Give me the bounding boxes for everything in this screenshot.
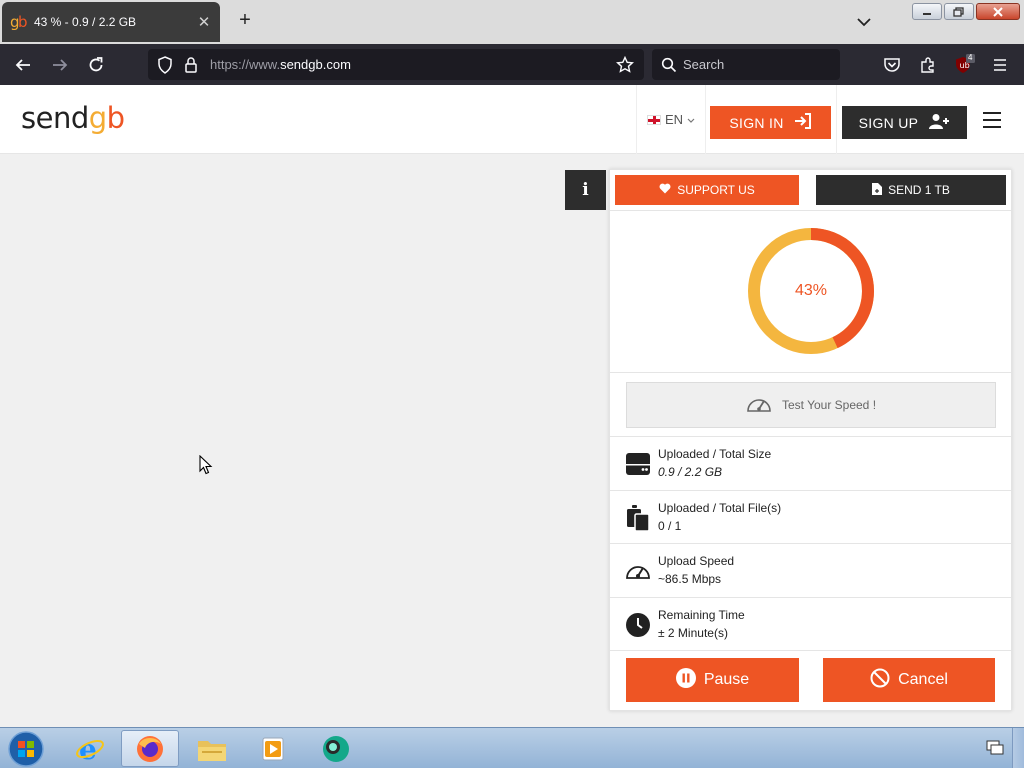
logo-text-b: b (106, 101, 125, 135)
sign-in-label: SIGN IN (729, 114, 784, 131)
firefox-icon[interactable] (121, 730, 179, 767)
send-1tb-button[interactable]: SEND 1 TB (816, 175, 1006, 205)
sign-in-button[interactable]: SIGN IN (710, 106, 831, 139)
tab-title: 43 % - 0.9 / 2.2 GB (34, 15, 137, 29)
speedometer-icon (625, 558, 651, 584)
divider (610, 372, 1011, 373)
svg-text:e: e (79, 734, 97, 764)
files-copy-icon (625, 505, 651, 531)
action-center-icon[interactable] (986, 740, 1004, 756)
stat-upload-speed: Upload Speed ~86.5 Mbps (610, 544, 1011, 597)
search-icon (658, 54, 680, 76)
minimize-button[interactable] (912, 3, 942, 20)
info-tab-button[interactable]: i (565, 170, 606, 210)
pocket-icon[interactable] (881, 54, 903, 76)
progress-percent-label: 43% (794, 282, 828, 299)
test-speed-button[interactable]: Test Your Speed ! (626, 382, 996, 428)
ublock-origin-icon[interactable]: ub 4 (953, 53, 975, 76)
shield-icon[interactable] (154, 54, 176, 76)
new-tab-button[interactable]: + (234, 10, 256, 32)
windows-taskbar: e (0, 727, 1024, 768)
header-divider (836, 85, 837, 154)
bookmark-star-icon[interactable] (614, 54, 636, 76)
url-prefix: https://www. (210, 57, 281, 72)
stat-value: ± 2 Minute(s) (658, 626, 728, 640)
mouse-pointer-icon (199, 454, 213, 475)
stat-label: Remaining Time (658, 608, 745, 622)
test-speed-label: Test Your Speed ! (781, 398, 877, 412)
stat-value: ~86.5 Mbps (658, 572, 722, 586)
site-header: sendgb EN SIGN IN SIGN UP (0, 85, 1024, 154)
add-user-icon (928, 113, 950, 132)
internet-explorer-icon[interactable]: e (61, 730, 119, 767)
tab-list-chevron-icon[interactable] (854, 12, 874, 32)
chevron-down-icon (687, 112, 695, 127)
browser-nav-bar: https://www.sendgb.com Search ub 4 (0, 44, 1024, 85)
language-label: EN (664, 112, 684, 127)
send-1tb-label: SEND 1 TB (888, 183, 950, 197)
window-controls (912, 3, 1020, 20)
extensions-puzzle-icon[interactable] (917, 54, 939, 76)
cancel-label: Cancel (898, 671, 948, 688)
support-us-button[interactable]: SUPPORT US (615, 175, 799, 205)
search-placeholder: Search (683, 57, 725, 72)
url-text[interactable]: https://www.sendgb.com (210, 57, 351, 72)
app-menu-icon[interactable] (989, 54, 1011, 76)
upload-progress-panel: SUPPORT US SEND 1 TB 43% Test Your Speed… (609, 169, 1012, 711)
url-bar[interactable]: https://www.sendgb.com (148, 49, 644, 80)
heart-icon (659, 183, 671, 197)
stat-remaining-time: Remaining Time ± 2 Minute(s) (610, 598, 1011, 651)
browser-tab-active[interactable]: gb 43 % - 0.9 / 2.2 GB ✕ (2, 2, 220, 42)
ban-icon (870, 668, 890, 693)
hard-drive-icon (625, 451, 651, 477)
svg-text:b: b (18, 13, 28, 31)
messenger-icon[interactable] (307, 730, 365, 767)
pause-label: Pause (703, 671, 750, 688)
media-player-icon[interactable] (244, 730, 302, 767)
tab-close-icon[interactable]: ✕ (196, 13, 212, 31)
england-flag-icon (646, 114, 661, 125)
file-explorer-icon[interactable] (183, 730, 241, 767)
close-window-button[interactable] (976, 3, 1020, 20)
extension-badge: 4 (968, 53, 973, 62)
sign-in-arrow-icon (794, 113, 812, 132)
divider (610, 210, 1011, 211)
pause-icon (675, 667, 696, 693)
stat-uploaded-files: Uploaded / Total File(s) 0 / 1 (610, 491, 1011, 544)
file-icon (872, 182, 883, 198)
search-bar[interactable]: Search (652, 49, 840, 80)
pause-button[interactable]: Pause (626, 658, 799, 702)
support-us-label: SUPPORT US (677, 183, 755, 197)
stat-uploaded-size: Uploaded / Total Size 0.9 / 2.2 GB (610, 437, 1011, 490)
browser-tab-bar: gb 43 % - 0.9 / 2.2 GB ✕ + (0, 0, 1024, 44)
restore-button[interactable] (944, 3, 974, 20)
stat-label: Uploaded / Total Size (658, 447, 772, 461)
sign-up-label: SIGN UP (858, 114, 919, 131)
speedometer-icon (746, 394, 772, 417)
url-domain: sendgb.com (280, 57, 351, 72)
show-desktop-button[interactable] (1012, 728, 1024, 768)
back-arrow-icon[interactable] (12, 54, 34, 76)
start-orb-icon[interactable] (6, 730, 46, 768)
logo-text-send: send (21, 101, 89, 135)
stat-label: Upload Speed (658, 554, 735, 568)
lock-icon[interactable] (180, 54, 202, 76)
reload-icon[interactable] (85, 54, 107, 76)
site-menu-icon[interactable] (983, 112, 1001, 128)
sendgb-favicon-icon: gb (10, 13, 28, 31)
divider (610, 650, 1011, 651)
logo-text-g: g (88, 101, 107, 135)
cancel-button[interactable]: Cancel (823, 658, 995, 702)
clock-icon (625, 612, 651, 638)
language-selector[interactable]: EN (636, 85, 706, 154)
forward-arrow-icon[interactable] (49, 54, 71, 76)
stat-value: 0.9 / 2.2 GB (658, 465, 723, 479)
sign-up-button[interactable]: SIGN UP (842, 106, 967, 139)
sendgb-logo[interactable]: sendgb (21, 101, 125, 135)
stat-label: Uploaded / Total File(s) (658, 501, 782, 515)
stat-value: 0 / 1 (658, 519, 682, 533)
